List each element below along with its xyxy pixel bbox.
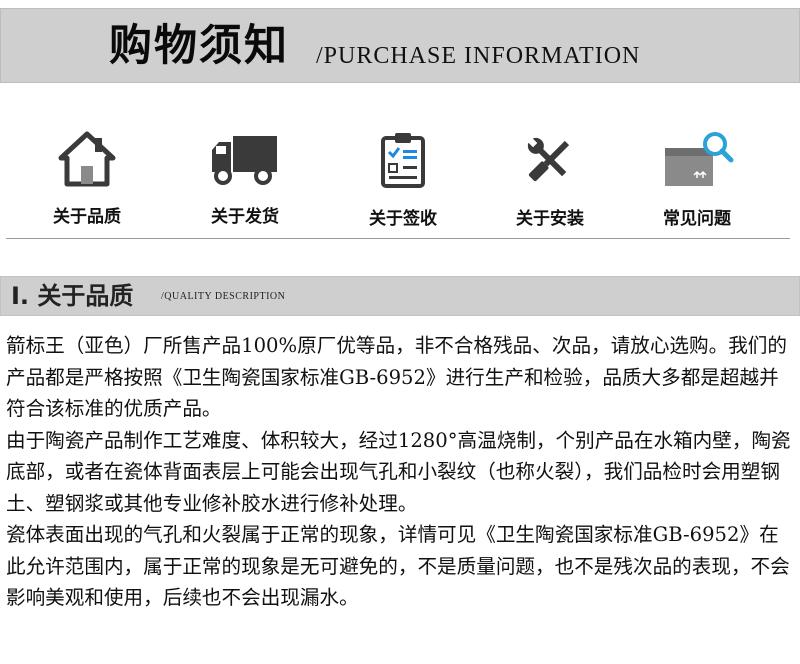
wrench-screwdriver-icon	[527, 137, 570, 182]
info-label-shipping: 关于发货	[211, 207, 279, 227]
info-item-install[interactable]: 关于安装	[475, 130, 625, 229]
info-item-quality[interactable]: 关于品质	[12, 130, 162, 227]
quality-description: 箭标王（亚色）厂所售产品100%原厂优等品，非不合格残品、次品，请放心选购。我们…	[6, 330, 796, 614]
info-label-install: 关于安装	[516, 209, 584, 229]
info-label-faq: 常见问题	[663, 209, 731, 229]
paragraph: 箭标王（亚色）厂所售产品100%原厂优等品，非不合格残品、次品，请放心选购。我们…	[6, 334, 787, 420]
box-magnifier-icon	[665, 132, 734, 186]
info-label-quality: 关于品质	[53, 207, 121, 227]
paragraph: 由于陶瓷产品制作工艺难度、体积较大，经过1280°高温烧制，个别产品在水箱内壁，…	[6, 428, 791, 515]
truck-icon	[212, 136, 277, 185]
banner-title-en: /PURCHASE INFORMATION	[316, 43, 641, 69]
section-title: Ⅰ. 关于品质	[11, 282, 134, 310]
header-banner: 购物须知 /PURCHASE INFORMATION	[0, 8, 800, 83]
info-item-receipt[interactable]: 关于签收	[328, 130, 478, 229]
section-header: Ⅰ. 关于品质 /QUALITY DESCRIPTION	[0, 276, 800, 316]
info-item-faq[interactable]: 常见问题	[622, 130, 772, 229]
info-item-shipping[interactable]: 关于发货	[170, 130, 320, 227]
paragraph: 瓷体表面出现的气孔和火裂属于正常的现象，详情可见《卫生陶瓷国家标准GB-6952…	[6, 523, 790, 609]
house-icon	[58, 131, 116, 187]
clipboard-checklist-icon	[381, 133, 425, 188]
info-icons-row: 关于品质 关于发货 关于签收 关于安装 常见问题	[0, 130, 800, 240]
banner-title-cn: 购物须知	[109, 21, 289, 71]
info-label-receipt: 关于签收	[369, 209, 437, 229]
divider	[6, 238, 790, 239]
section-subtitle: /QUALITY DESCRIPTION	[161, 291, 286, 302]
